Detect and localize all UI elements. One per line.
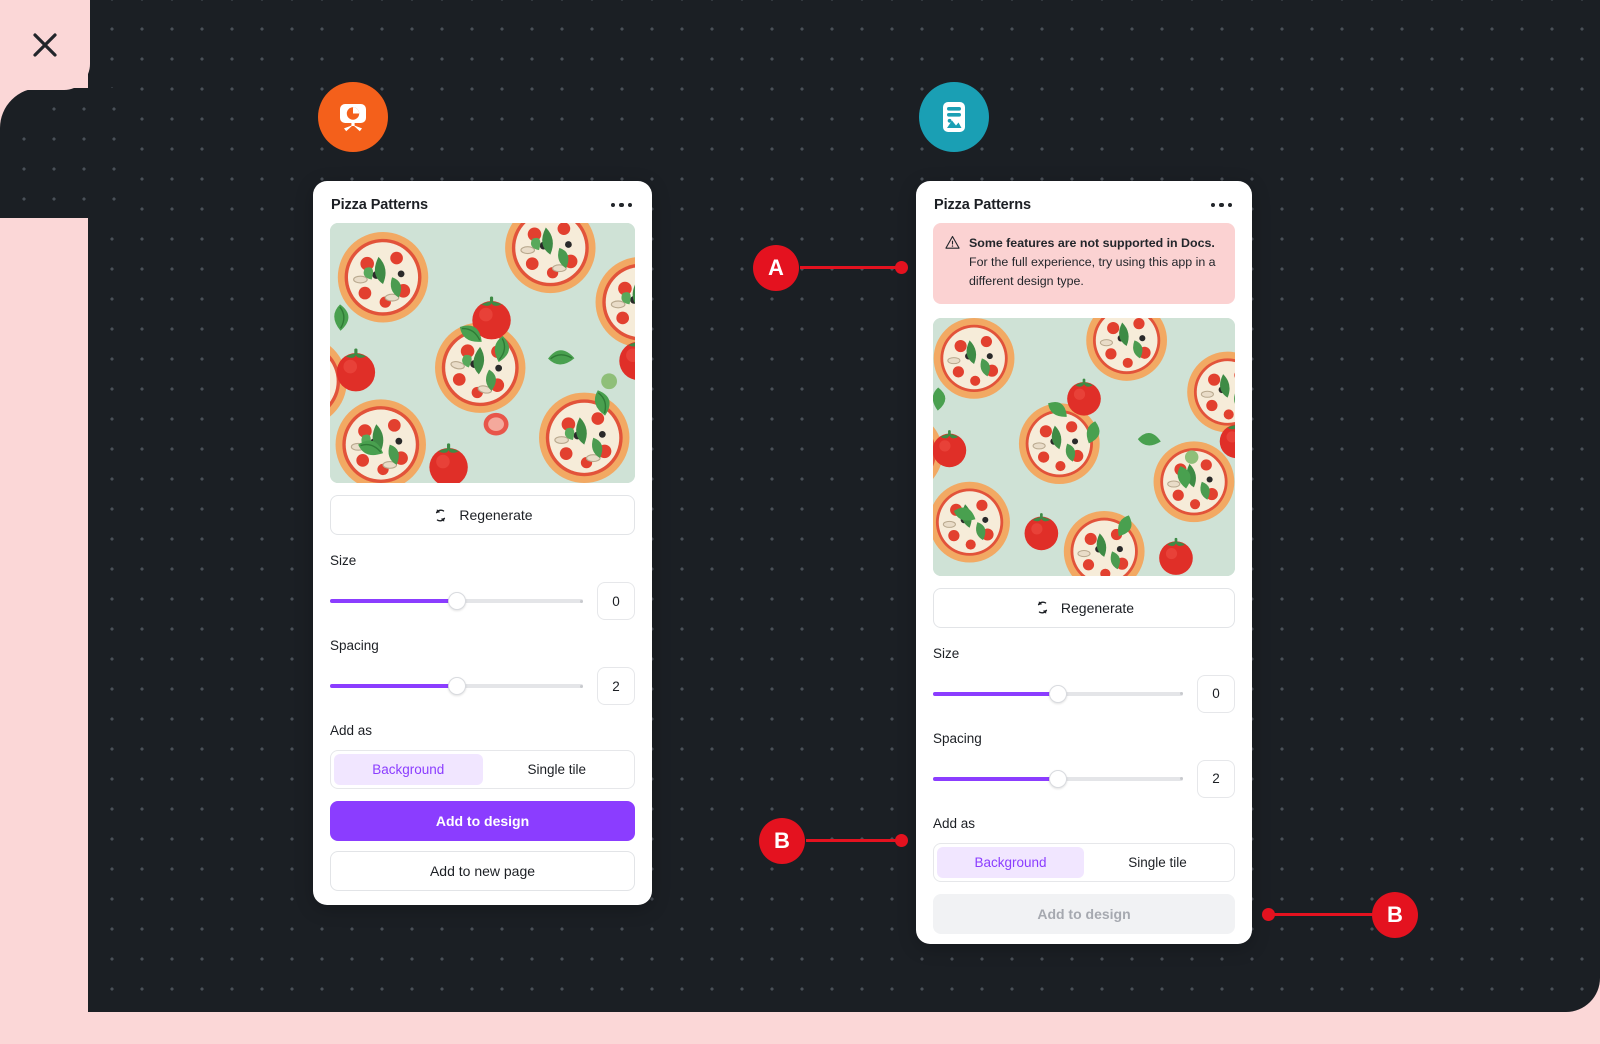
spacing-slider-endtick — [580, 684, 583, 688]
segment-single-tile[interactable]: Single tile — [483, 754, 632, 785]
annotation-endpoint-b1 — [895, 834, 908, 847]
annotation-leader-a — [800, 266, 904, 269]
add-to-design-button[interactable]: Add to design — [330, 801, 635, 841]
app-icon-docs[interactable] — [919, 82, 989, 152]
size-slider[interactable] — [933, 684, 1183, 704]
annotation-leader-b1 — [806, 839, 904, 842]
add-as-label: Add as — [933, 815, 976, 831]
annotation-marker-a: A — [753, 245, 799, 291]
add-to-new-page-button[interactable]: Add to new page — [330, 851, 635, 891]
spacing-value-input[interactable]: 2 — [1197, 759, 1235, 798]
pattern-preview-image[interactable] — [330, 223, 635, 483]
annotation-marker-b1: B — [759, 818, 805, 864]
warning-text-strong: Some features are not supported in Docs. — [969, 236, 1215, 250]
pattern-panel-docs: Pizza Patterns Some features are not sup… — [916, 181, 1252, 944]
spacing-slider-fill — [330, 684, 457, 688]
close-x-icon — [33, 33, 57, 57]
annotation-leader-b2 — [1268, 913, 1380, 916]
regenerate-button[interactable]: Regenerate — [330, 495, 635, 535]
add-to-design-disabled-button: Add to design — [933, 893, 1235, 934]
size-slider[interactable] — [330, 591, 583, 611]
refresh-icon — [1037, 601, 1047, 614]
close-button[interactable] — [0, 0, 90, 90]
spacing-slider[interactable] — [330, 676, 583, 696]
warning-banner: Some features are not supported in Docs.… — [933, 223, 1235, 304]
size-slider-thumb[interactable] — [447, 592, 466, 610]
spacing-slider-fill — [933, 776, 1058, 781]
warning-text-rest: For the full experience, try using this … — [969, 255, 1216, 289]
presentation-chart-icon — [340, 104, 366, 132]
spacing-control-row: 2 — [330, 667, 635, 705]
segment-background[interactable]: Background — [937, 846, 1084, 878]
app-icon-presentation[interactable] — [318, 82, 388, 152]
panel-body: Some features are not supported in Docs.… — [916, 223, 1252, 944]
add-as-segment: Background Single tile — [933, 842, 1235, 882]
warning-text: Some features are not supported in Docs.… — [969, 234, 1223, 292]
spacing-slider[interactable] — [933, 769, 1183, 789]
spacing-label: Spacing — [330, 638, 379, 653]
add-as-segment: Background Single tile — [330, 750, 635, 789]
annotation-endpoint-a — [895, 261, 908, 274]
spacing-slider-thumb[interactable] — [1049, 769, 1067, 788]
segment-background[interactable]: Background — [334, 754, 483, 785]
regenerate-label: Regenerate — [1060, 599, 1135, 616]
size-value-input[interactable]: 0 — [1197, 674, 1235, 713]
spacing-control-row: 2 — [933, 759, 1235, 798]
warning-triangle-icon — [945, 235, 960, 249]
regenerate-button[interactable]: Regenerate — [933, 587, 1235, 628]
size-label: Size — [933, 645, 960, 661]
panel-body: Regenerate Size 0 Spacing 2 Add as Backg… — [313, 223, 652, 905]
canvas-notch-corner — [0, 88, 40, 128]
page-title: Pizza Patterns — [934, 197, 1031, 213]
annotation-marker-b2: B — [1372, 892, 1418, 938]
size-slider-fill — [330, 599, 457, 603]
segment-single-tile[interactable]: Single tile — [1084, 847, 1231, 878]
app-frame: Pizza Patterns Regenerate Size 0 Spacing… — [0, 0, 1600, 1044]
size-control-row: 0 — [330, 582, 635, 620]
size-slider-thumb[interactable] — [1049, 684, 1067, 703]
more-options-icon[interactable] — [609, 199, 635, 212]
size-label: Size — [330, 553, 357, 568]
regenerate-label: Regenerate — [459, 507, 533, 523]
add-as-label: Add as — [330, 723, 373, 738]
size-control-row: 0 — [933, 674, 1235, 713]
refresh-icon — [436, 508, 446, 522]
spacing-value-input[interactable]: 2 — [597, 667, 635, 705]
size-slider-fill — [933, 691, 1058, 696]
panel-header: Pizza Patterns — [313, 181, 652, 223]
panel-header: Pizza Patterns — [916, 181, 1252, 223]
annotation-endpoint-b2 — [1262, 908, 1275, 921]
pattern-preview-image[interactable] — [933, 317, 1235, 576]
more-options-icon[interactable] — [1209, 199, 1235, 212]
spacing-label: Spacing — [933, 730, 982, 746]
pattern-panel-presentation: Pizza Patterns Regenerate Size 0 Spacing… — [313, 181, 652, 905]
spacing-slider-thumb[interactable] — [447, 677, 466, 695]
page-title: Pizza Patterns — [331, 197, 428, 213]
size-value-input[interactable]: 0 — [597, 582, 635, 620]
size-slider-endtick — [580, 599, 583, 603]
document-image-icon — [943, 102, 965, 132]
